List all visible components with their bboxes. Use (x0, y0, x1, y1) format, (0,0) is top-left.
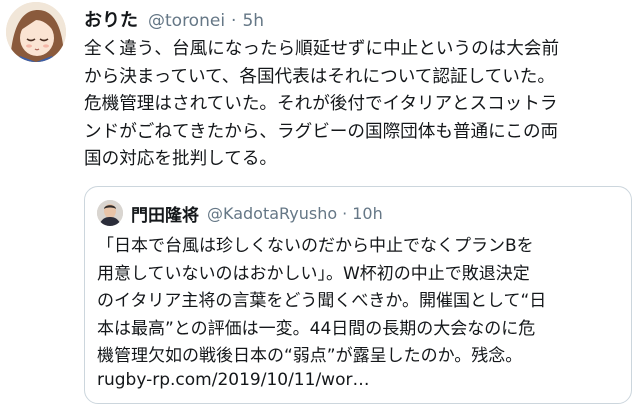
quoted-text-line: 用意していないのはおかしい」。W杯初の中止で敗退決定 (97, 263, 530, 284)
quoted-tweet-header: 門田隆将 @KadotaRyusho · 10h (97, 199, 383, 227)
tweet-text: 全く違う、台風になったら順延せずに中止というのは大会前 から決まっていて、各国代… (84, 36, 632, 174)
user-handle[interactable]: @toronei (148, 11, 225, 31)
quoted-text-line: 「日本で台風は珍しくないのだから中止でなくプランBを (97, 236, 534, 256)
man-portrait-avatar-icon (97, 200, 123, 226)
quoted-text-line: 本は最高”との評価は一変。44日間の長期の大会なのに危 (97, 318, 536, 339)
quoted-link[interactable]: rugby-rp.com/2019/10/11/wor… (97, 370, 369, 390)
tweet-text-line: から決まっていて、各国代表はそれについて認証していた。 (84, 66, 555, 87)
tweet-text-line: 危機管理はされていた。それが後付でイタリアとスコットラ (84, 94, 558, 114)
avatar[interactable] (6, 2, 66, 62)
tweet: おりた @toronei · 5h 全く違う、台風になったら順延せずに中止という… (0, 0, 640, 412)
quoted-separator-dot: · (342, 203, 348, 223)
tweet-text-line: 国の対応を批判してる。 (84, 149, 278, 169)
quoted-tweet-card[interactable]: 門田隆将 @KadotaRyusho · 10h 「日本で台風は珍しくないのだか… (84, 186, 632, 404)
quoted-avatar (97, 200, 123, 226)
tweet-header: おりた @toronei · 5h (84, 6, 264, 32)
quoted-text-line: のイタリア主将の言葉をどう聞くべきか。開催国として“日 (97, 291, 547, 311)
quoted-timestamp[interactable]: 10h (352, 204, 383, 223)
quoted-tweet-text: 「日本で台風は珍しくないのだから中止でなくプランBを 用意していないのはおかしい… (97, 233, 625, 371)
anime-girl-avatar-icon (6, 2, 66, 62)
display-name[interactable]: おりた (84, 6, 138, 32)
separator-dot: · (231, 11, 237, 31)
tweet-text-line: ンドがごねてきたから、ラグビーの国際団体も普通にこの両 (84, 121, 559, 142)
quoted-display-name[interactable]: 門田隆将 (131, 201, 199, 226)
quoted-text-line: 機管理欠如の戦後日本の“弱点”が露呈したのか。残念。 (97, 346, 523, 366)
timestamp[interactable]: 5h (242, 11, 264, 31)
tweet-text-line: 全く違う、台風になったら順延せずに中止というのは大会前 (84, 39, 560, 59)
quoted-user-handle[interactable]: @KadotaRyusho (207, 204, 337, 223)
